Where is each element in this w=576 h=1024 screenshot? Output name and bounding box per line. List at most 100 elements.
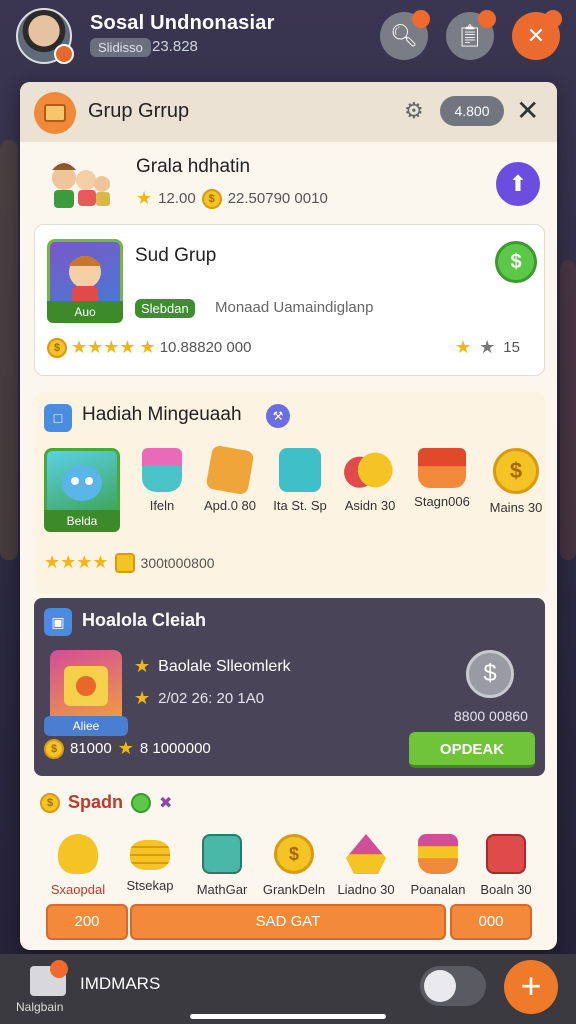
reward-item-label: Asidn 30 xyxy=(344,498,396,513)
star-icon: ★ xyxy=(134,688,151,708)
notification-dot xyxy=(478,10,496,28)
offer-circle-button[interactable]: $ xyxy=(466,650,514,698)
toggle-switch[interactable] xyxy=(420,966,486,1006)
featured-reward-label: Belda xyxy=(44,510,120,532)
shop-title: Spadn xyxy=(68,792,124,812)
special-offer-section: ▣ Hoalola Cleiah Aliee ★ Baolale Slleoml… xyxy=(34,598,545,776)
shop-item[interactable]: Liadno 30 xyxy=(328,834,404,897)
panel-header: Grup Grrup ⚙ 4.800 ✕ xyxy=(20,82,557,142)
offer-coins: $ 81000 ★ 8 1000000 xyxy=(44,738,211,759)
offer-extra-value: 8 1000000 xyxy=(139,740,211,757)
star-icon: ★ xyxy=(455,337,472,357)
math-game-icon xyxy=(202,834,242,874)
row-rating: 12.00 xyxy=(158,190,196,207)
group-icon xyxy=(34,92,76,134)
green-badge-icon xyxy=(131,792,152,813)
reward-item[interactable]: Asidn 30 xyxy=(330,448,410,513)
shop-item[interactable]: $ GrankDeln xyxy=(256,834,332,897)
shop-item[interactable]: Stsekap xyxy=(112,834,188,893)
shop-item[interactable]: Boaln 30 xyxy=(468,834,544,897)
shop-bar-main[interactable]: SAD GAT xyxy=(130,904,446,940)
rewards-list: Belda Ifeln Apd.0 80 Ita St. Sp Asidn 30… xyxy=(44,444,542,538)
group-card-rating-value: 10.88820 000 xyxy=(159,339,252,356)
panel-pill[interactable]: 4.800 xyxy=(440,96,504,126)
shield-icon: □ xyxy=(44,404,72,432)
group-characters-image xyxy=(42,154,114,214)
box-icon xyxy=(205,444,255,496)
weekly-rewards-section: □ Hadiah Mingeuaah ⚒ Belda Ifeln Apd.0 8… xyxy=(34,392,545,594)
shop-item-label: Boaln 30 xyxy=(480,882,532,897)
burger-icon xyxy=(418,834,458,874)
notification-dot xyxy=(412,10,430,28)
featured-reward[interactable]: Belda xyxy=(44,448,120,532)
shop-bar-left[interactable]: 200 xyxy=(46,904,128,940)
offer-image: Aliee xyxy=(44,650,128,736)
shop-item-label: Stsekap xyxy=(126,878,174,893)
offer-coins-value: 81000 xyxy=(70,740,112,757)
close-icon[interactable]: ✕ xyxy=(516,94,539,127)
bow-icon: ✖ xyxy=(159,794,173,812)
username: Sosal Undnonasiar xyxy=(90,12,275,34)
shop-header: $ Spadn ✖ xyxy=(40,792,172,813)
money-button[interactable]: $ xyxy=(495,241,537,283)
shop-item[interactable]: Sxaopdal xyxy=(40,834,116,897)
gear-small-icon: ★ xyxy=(479,337,496,357)
inbox-icon[interactable] xyxy=(30,960,68,996)
user-value: 23.828 xyxy=(152,38,198,55)
shop-item-label: MathGar xyxy=(196,882,248,897)
dollar-icon: $ xyxy=(483,660,497,687)
shop-item-label: GrankDeln xyxy=(262,882,326,897)
coin-icon: $ xyxy=(40,792,60,813)
shop-bar: 200 SAD GAT 000 xyxy=(46,904,532,942)
shop-item[interactable]: Poanalan xyxy=(400,834,476,897)
add-button[interactable]: + xyxy=(504,960,558,1014)
offer-line2-text: 2/02 26: 20 1A0 xyxy=(158,690,265,707)
wrench-icon[interactable]: ⚒ xyxy=(266,404,290,428)
group-card-image: Auo xyxy=(47,239,123,323)
group-card[interactable]: Auo Sud Grup Slebdan Monaad Uamaindiglan… xyxy=(34,224,545,376)
group-card-image-label: Auo xyxy=(47,301,123,323)
search-button[interactable]: 🔍︎ xyxy=(380,10,430,60)
reward-item[interactable]: Stagn006 xyxy=(402,448,482,509)
star-icon: ★ xyxy=(139,337,156,357)
group-card-title: Sud Grup xyxy=(135,245,217,266)
offer-buy-button[interactable]: OPDEAK xyxy=(409,732,535,768)
coin-icon: $ xyxy=(274,834,314,874)
star-icon: ★★★★ xyxy=(71,337,136,357)
upload-button[interactable]: ⬆ xyxy=(496,162,540,206)
red-box-icon xyxy=(486,834,526,874)
gear-gold-icon xyxy=(58,834,98,874)
panel-title: Grup Grrup xyxy=(88,100,190,122)
reward-item[interactable]: Apd.0 80 xyxy=(190,444,270,513)
dollar-icon: $ xyxy=(510,250,522,273)
bottom-small-label: Nalgbain xyxy=(16,1000,64,1014)
shop-list: Sxaopdal Stsekap MathGar $ GrankDeln Lia… xyxy=(40,834,540,904)
group-panel: Grup Grrup ⚙ 4.800 ✕ Grala hdhatin ★ 12.… xyxy=(20,82,557,950)
reward-item-label: Ita St. Sp xyxy=(273,498,327,513)
coin-icon: $ xyxy=(44,738,64,759)
gift-box-icon xyxy=(279,448,321,492)
top-bar: Sosal Undnonasiar Slidisso 23.828 🔍︎ 📋︎ … xyxy=(0,0,576,72)
reward-item[interactable]: Ita St. Sp xyxy=(260,448,340,513)
shop-bar-right[interactable]: 000 xyxy=(450,904,532,940)
reward-item-label: Mains 30 xyxy=(489,500,543,515)
shop-item[interactable]: MathGar xyxy=(184,834,260,897)
clipboard-icon: 📋︎ xyxy=(456,23,484,48)
shop-item-label: Poanalan xyxy=(410,882,466,897)
tools-icon: ✕ xyxy=(526,23,546,48)
tools-button[interactable]: ✕ xyxy=(512,10,562,60)
bg-decor-right xyxy=(560,260,576,560)
avatar[interactable] xyxy=(16,8,74,64)
star-icon: ★ xyxy=(134,656,151,676)
star-icon: ★★★★ xyxy=(44,552,109,572)
clipboard-button[interactable]: 📋︎ xyxy=(446,10,496,60)
gear-icon[interactable]: ⚙ xyxy=(404,98,424,124)
bg-decor-left xyxy=(0,140,18,560)
offer-image-label: Aliee xyxy=(44,716,128,736)
rewards-rating-value: 300t000800 xyxy=(140,554,215,571)
gem-icon xyxy=(346,834,386,874)
group-card-tag: Slebdan xyxy=(135,299,195,318)
row-title: Grala hdhatin xyxy=(136,156,251,177)
reward-item[interactable]: $ Mains 30 xyxy=(476,448,556,515)
upload-icon: ⬆ xyxy=(508,171,528,196)
